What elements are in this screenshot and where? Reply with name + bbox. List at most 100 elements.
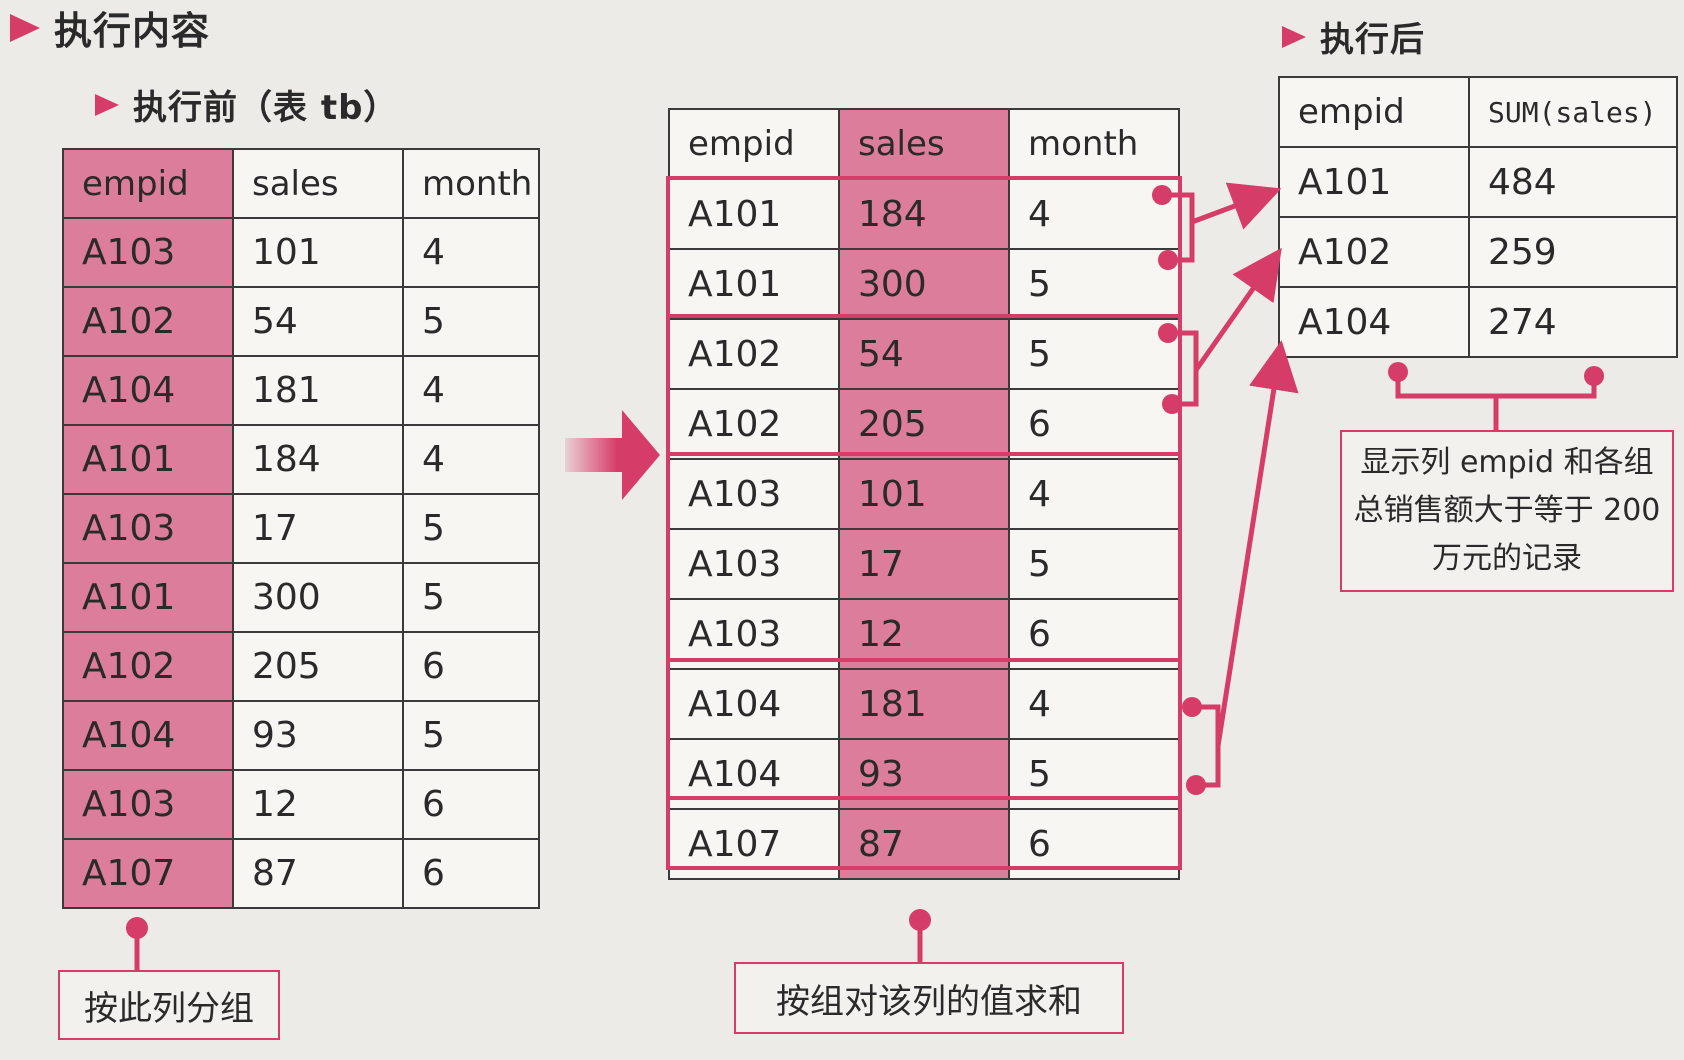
cell-sales: 205 <box>232 631 404 702</box>
header-month: month <box>1008 108 1180 180</box>
table-header-row: empid sales month <box>668 108 1180 180</box>
header-empid: empid <box>668 108 840 180</box>
cell-empid: A104 <box>62 355 234 426</box>
cell-empid: A102 <box>668 388 840 460</box>
cell-month: 5 <box>1008 738 1180 810</box>
cell-sales: 12 <box>838 598 1010 670</box>
table-row: A104 181 4 <box>668 668 1180 740</box>
cell-sum: 274 <box>1468 286 1678 358</box>
cell-empid: A104 <box>668 738 840 810</box>
cell-month: 5 <box>1008 318 1180 390</box>
cell-empid: A102 <box>668 318 840 390</box>
cell-sales: 93 <box>838 738 1010 810</box>
cell-empid: A103 <box>668 598 840 670</box>
cell-sales: 181 <box>838 668 1010 740</box>
cell-month: 6 <box>1008 388 1180 460</box>
pin-group-by <box>126 917 148 972</box>
note-group-by-text: 按此列分组 <box>84 988 254 1029</box>
cell-empid: A107 <box>62 838 234 909</box>
cell-empid: A102 <box>62 286 234 357</box>
cell-sales: 87 <box>838 808 1010 880</box>
cell-sales: 205 <box>838 388 1010 460</box>
cell-empid: A103 <box>668 528 840 600</box>
cell-empid: A101 <box>668 248 840 320</box>
cell-month: 6 <box>1008 598 1180 670</box>
cell-sales: 12 <box>232 769 404 840</box>
cell-empid: A104 <box>62 700 234 771</box>
cell-sales: 93 <box>232 700 404 771</box>
cell-month: 6 <box>1008 808 1180 880</box>
table-row: A102 54 5 <box>62 286 540 357</box>
transition-arrow-icon <box>565 410 660 500</box>
cell-empid: A104 <box>1278 286 1470 358</box>
cell-sum: 484 <box>1468 146 1678 218</box>
before-table: empid sales month A103 101 4 A102 54 5 A104 1… <box>62 148 540 909</box>
cell-sales: 300 <box>838 248 1010 320</box>
cell-month: 4 <box>1008 178 1180 250</box>
cell-sales: 54 <box>232 286 404 357</box>
table-row: A101 484 <box>1278 146 1678 218</box>
cell-empid: A101 <box>62 562 234 633</box>
table-row: A102 205 6 <box>668 388 1180 460</box>
table-header-row: empid sales month <box>62 148 540 219</box>
cell-sales: 101 <box>838 458 1010 530</box>
table-row: A102 259 <box>1278 216 1678 288</box>
table-row: A104 93 5 <box>62 700 540 771</box>
main-heading: 执行内容 <box>10 0 210 55</box>
table-row: A101 184 4 <box>668 178 1180 250</box>
table-row: A101 184 4 <box>62 424 540 495</box>
cell-month: 5 <box>402 286 540 357</box>
cell-month: 6 <box>402 631 540 702</box>
header-sales: sales <box>232 148 404 219</box>
cell-sales: 101 <box>232 217 404 288</box>
after-title: 执行后 <box>1320 20 1425 60</box>
table-row: A103 101 4 <box>62 217 540 288</box>
cell-month: 4 <box>1008 458 1180 530</box>
table-row: A107 87 6 <box>668 808 1180 880</box>
cell-month: 6 <box>402 769 540 840</box>
cell-month: 4 <box>402 217 540 288</box>
cell-sales: 300 <box>232 562 404 633</box>
table-row: A104 274 <box>1278 286 1678 358</box>
cell-month: 4 <box>402 424 540 495</box>
pin-sum <box>909 909 931 965</box>
before-title: 执行前（表 tb） <box>133 88 399 128</box>
main-title: 执行内容 <box>54 9 211 53</box>
cell-month: 5 <box>1008 248 1180 320</box>
triangle-bullet-icon <box>10 13 40 42</box>
grouped-table: empid sales month A101 184 4 A101 300 5 A102… <box>668 108 1180 880</box>
cell-sales: 184 <box>838 178 1010 250</box>
triangle-bullet-icon <box>95 93 119 116</box>
header-month: month <box>402 148 540 219</box>
cell-month: 5 <box>1008 528 1180 600</box>
before-heading: 执行前（表 tb） <box>95 80 398 129</box>
after-heading: 执行后 <box>1282 12 1425 61</box>
header-empid: empid <box>62 148 234 219</box>
cell-empid: A101 <box>62 424 234 495</box>
table-row: A103 17 5 <box>668 528 1180 600</box>
cell-empid: A107 <box>668 808 840 880</box>
header-sales: sales <box>838 108 1010 180</box>
table-header-row: empid SUM(sales) <box>1278 76 1678 148</box>
cell-empid: A101 <box>1278 146 1470 218</box>
table-row: A104 93 5 <box>668 738 1180 810</box>
table-row: A107 87 6 <box>62 838 540 909</box>
result-arrows <box>1191 182 1299 747</box>
cell-empid: A102 <box>1278 216 1470 288</box>
cell-month: 6 <box>402 838 540 909</box>
table-row: A103 12 6 <box>62 769 540 840</box>
cell-sales: 17 <box>838 528 1010 600</box>
cell-sales: 184 <box>232 424 404 495</box>
cell-sales: 181 <box>232 355 404 426</box>
after-table: empid SUM(sales) A101 484 A102 259 A104 274 <box>1278 76 1678 358</box>
note-result-text: 显示列 empid 和各组总销售额大于等于 200 万元的记录 <box>1353 445 1661 576</box>
cell-empid: A101 <box>668 178 840 250</box>
triangle-bullet-icon <box>1282 25 1306 48</box>
cell-sales: 87 <box>232 838 404 909</box>
cell-month: 4 <box>1008 668 1180 740</box>
cell-sum: 259 <box>1468 216 1678 288</box>
header-sum-sales: SUM(sales) <box>1468 76 1678 148</box>
note-sum: 按组对该列的值求和 <box>734 962 1124 1034</box>
table-row: A101 300 5 <box>62 562 540 633</box>
table-row: A104 181 4 <box>62 355 540 426</box>
